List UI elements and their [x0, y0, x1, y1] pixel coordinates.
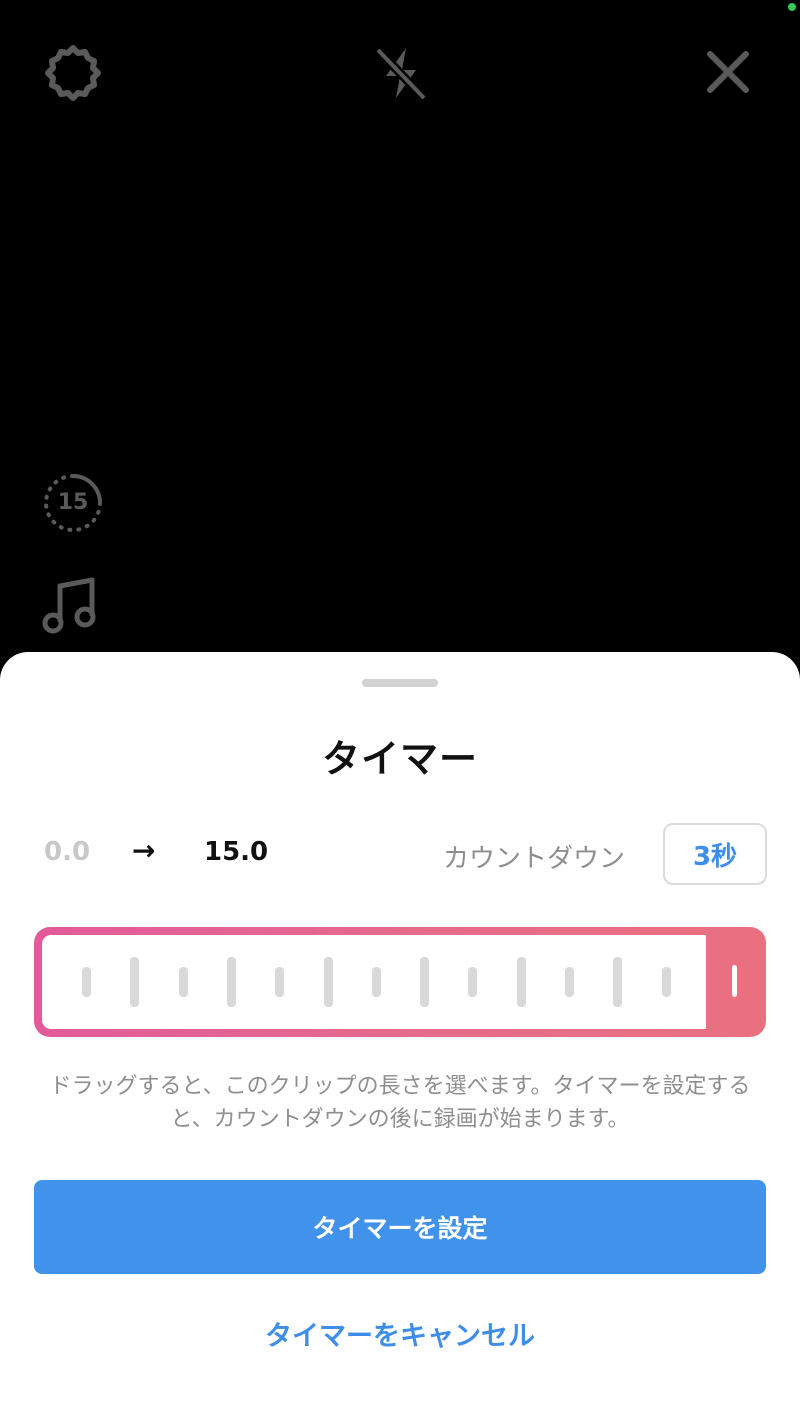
sheet-title: タイマー	[321, 737, 478, 781]
timeline-tick	[178, 967, 188, 997]
timeline-tick	[468, 967, 478, 997]
music-note-icon[interactable]	[40, 572, 102, 638]
cancel-timer-button[interactable]: タイマーをキャンセル	[0, 1314, 800, 1353]
timeline-tick	[565, 967, 574, 997]
timeline-tick	[130, 957, 140, 1007]
clip-length-value: 15	[57, 490, 89, 515]
help-text: ドラッグすると、このクリップの長さを選べます。タイマーを設定すると、カウントダウ…	[49, 1074, 751, 1132]
timeline-tick	[516, 957, 526, 1007]
range-start-value: 0.0	[44, 837, 91, 867]
flash-off-icon[interactable]	[370, 42, 432, 104]
range-end-value: 15.0	[204, 837, 269, 867]
timeline-tick	[661, 967, 671, 997]
settings-gear-icon[interactable]	[40, 42, 106, 108]
timeline-track	[42, 935, 706, 1029]
timeline-tick	[82, 967, 91, 997]
clip-length-slider[interactable]	[34, 927, 766, 1037]
timeline-drag-handle[interactable]	[732, 965, 737, 997]
timeline-tick	[275, 967, 285, 997]
camera-screen: 15 タイマー 0.0 → 15.0 カウントダウン 3秒 ドラッグすると、この…	[0, 0, 800, 1423]
close-icon[interactable]	[700, 44, 756, 100]
privacy-indicator	[788, 3, 796, 11]
timeline-tick	[226, 957, 236, 1007]
timeline-tick	[323, 957, 333, 1007]
set-timer-button[interactable]: タイマーを設定	[34, 1180, 766, 1274]
timeline-tick	[420, 957, 430, 1007]
sheet-grabber[interactable]	[362, 679, 438, 687]
timeline-tick	[613, 957, 623, 1007]
countdown-duration-button[interactable]: 3秒	[663, 823, 767, 885]
timeline-tick	[371, 967, 381, 997]
range-arrow-icon: →	[132, 834, 156, 867]
countdown-label: カウントダウン	[443, 844, 626, 874]
timer-sheet: タイマー 0.0 → 15.0 カウントダウン 3秒 ドラッグすると、このクリッ…	[0, 652, 800, 1423]
